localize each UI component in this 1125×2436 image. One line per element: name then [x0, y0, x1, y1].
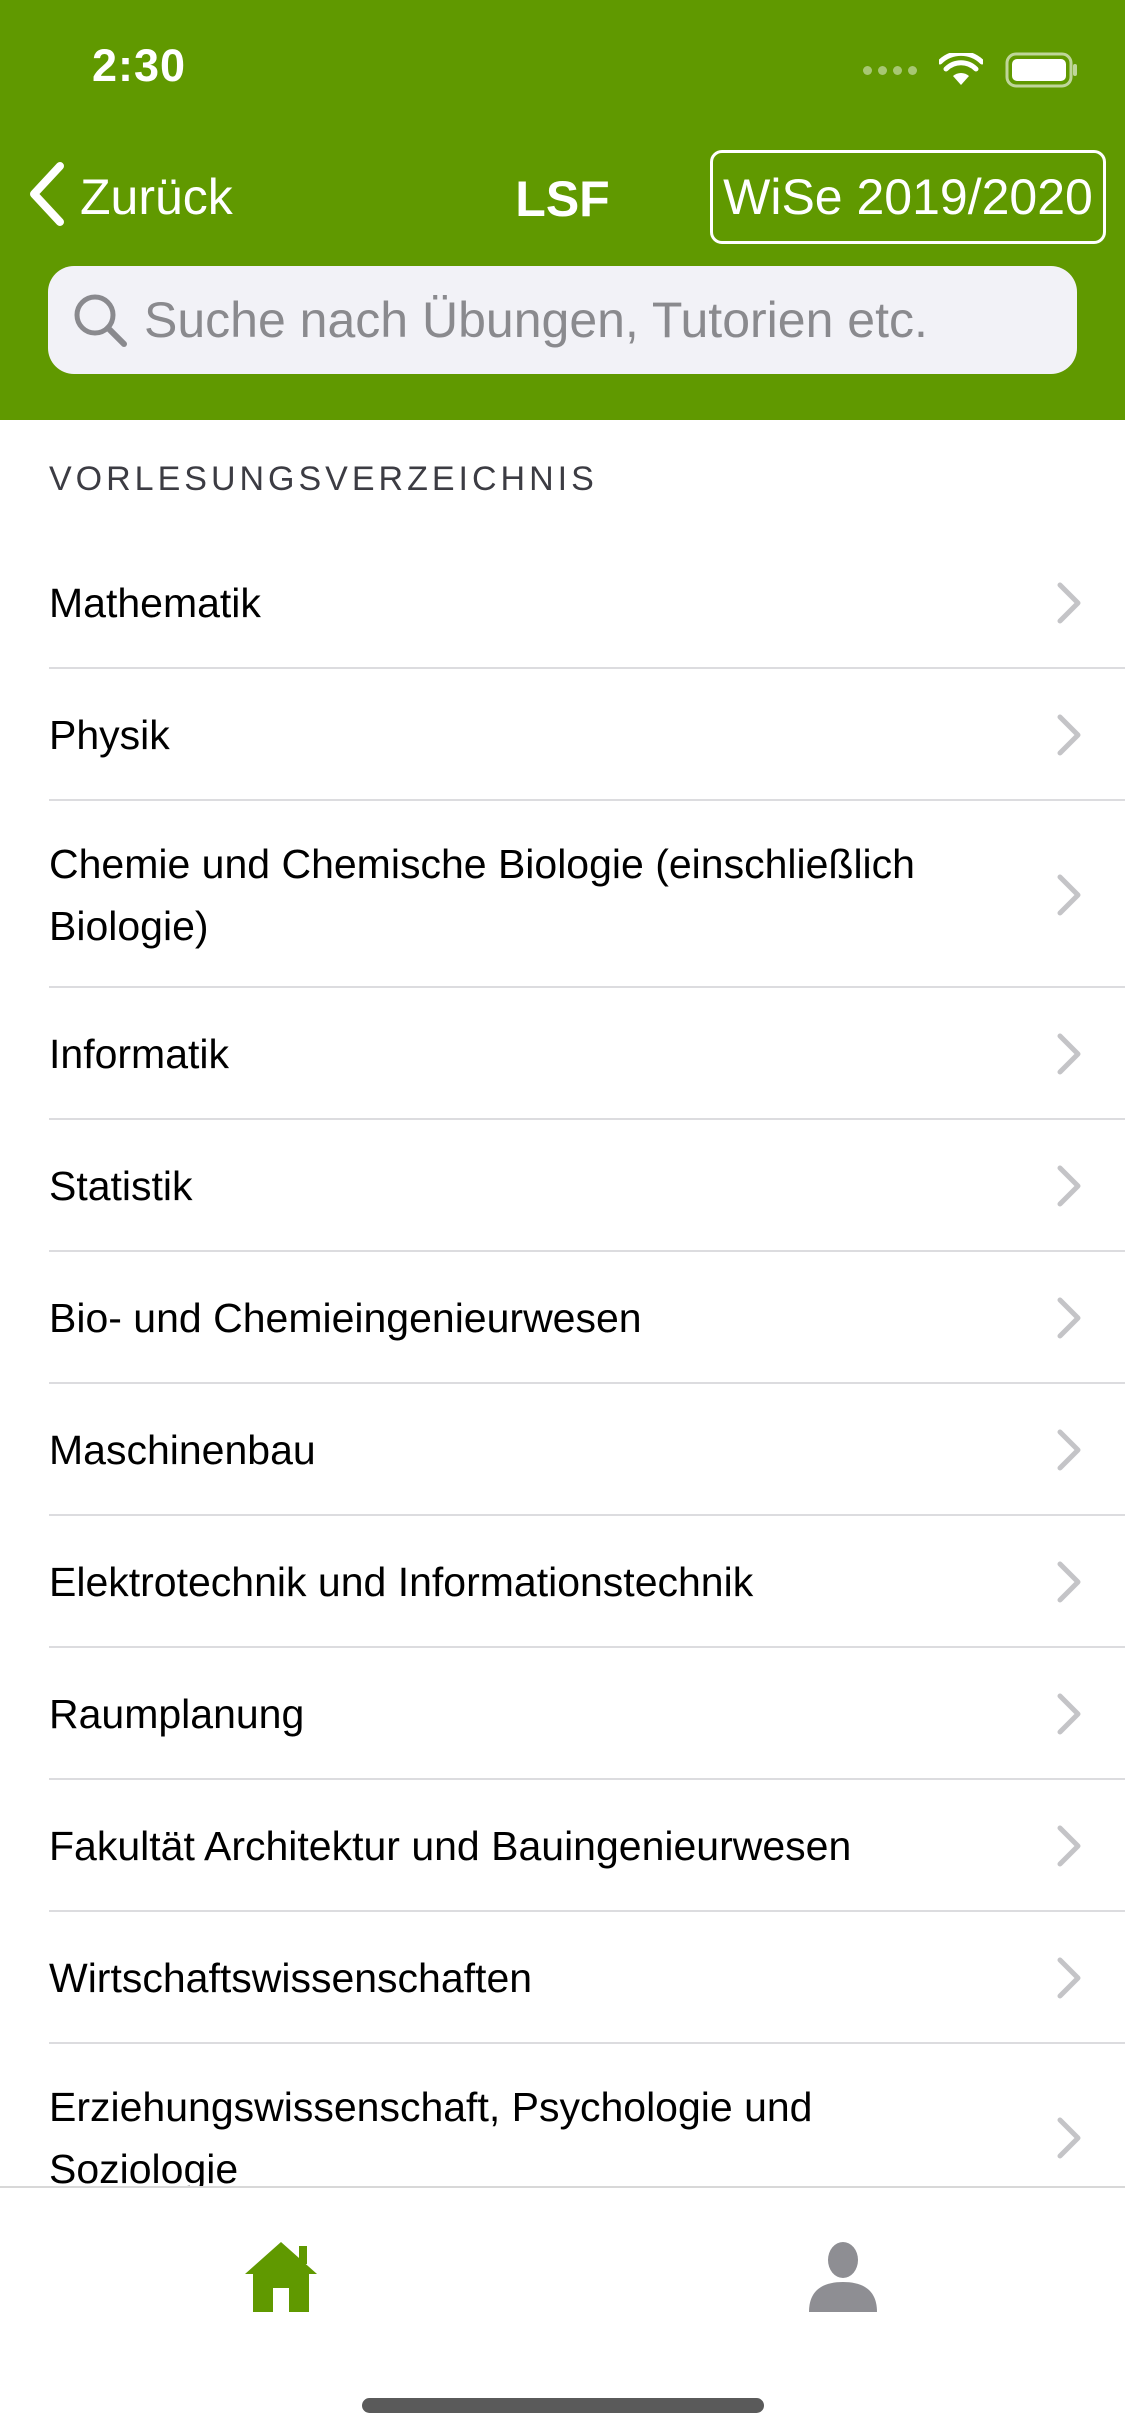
- search-icon: [70, 290, 130, 350]
- status-time: 2:30: [92, 40, 187, 91]
- section-header: VORLESUNGSVERZEICHNIS: [49, 460, 598, 498]
- list-item[interactable]: Elektrotechnik und Informationstechnik: [0, 1516, 1125, 1648]
- list-item[interactable]: Bio- und Chemieingenieurwesen: [0, 1252, 1125, 1384]
- list-item-label: Chemie und Chemische Biologie (einschlie…: [49, 840, 915, 949]
- list-item[interactable]: Fakultät Architektur und Bauingenieurwes…: [0, 1780, 1125, 1912]
- list-item[interactable]: Maschinenbau: [0, 1384, 1125, 1516]
- list-item-label: Mathematik: [49, 580, 261, 626]
- list-item-label: Statistik: [49, 1163, 193, 1209]
- list-item-label: Raumplanung: [49, 1691, 305, 1737]
- status-indicators: [863, 52, 1079, 88]
- tab-profile[interactable]: [795, 2228, 891, 2324]
- header: 2:30 Zurück LSF WiSe 2019/2020 Suche nac…: [0, 0, 1125, 420]
- list-item[interactable]: Mathematik: [0, 537, 1125, 669]
- chevron-right-icon: [1057, 1693, 1081, 1735]
- person-icon: [809, 2242, 877, 2312]
- chevron-right-icon: [1057, 582, 1081, 624]
- chevron-right-icon: [1057, 1561, 1081, 1603]
- list-item[interactable]: Informatik: [0, 988, 1125, 1120]
- list-item-label: Informatik: [49, 1031, 229, 1077]
- list-item[interactable]: Chemie und Chemische Biologie (einschlie…: [0, 801, 1125, 988]
- navigation-bar: Zurück LSF WiSe 2019/2020: [0, 150, 1125, 246]
- list-item-label: Erziehungswissenschaft, Psychologie und …: [49, 2083, 813, 2192]
- battery-icon: [1005, 52, 1079, 88]
- home-indicator: [362, 2398, 764, 2413]
- list-item-label: Fakultät Architektur und Bauingenieurwes…: [49, 1823, 852, 1869]
- list-item-label: Bio- und Chemieingenieurwesen: [49, 1295, 642, 1341]
- chevron-right-icon: [1057, 874, 1081, 915]
- course-list: Mathematik Physik Chemie und Chemische B…: [0, 537, 1125, 2231]
- chevron-right-icon: [1057, 1825, 1081, 1867]
- chevron-right-icon: [1057, 714, 1081, 756]
- chevron-right-icon: [1057, 1033, 1081, 1075]
- list-item[interactable]: Physik: [0, 669, 1125, 801]
- list-item[interactable]: Wirtschaftswissenschaften: [0, 1912, 1125, 2044]
- search-bar[interactable]: [48, 266, 1077, 374]
- home-icon: [245, 2242, 317, 2312]
- search-input[interactable]: [144, 291, 1044, 349]
- list-item-label: Maschinenbau: [49, 1427, 316, 1473]
- cellular-signal-icon: [863, 65, 917, 75]
- chevron-right-icon: [1057, 1165, 1081, 1207]
- wifi-icon: [939, 53, 983, 87]
- list-item-label: Wirtschaftswissenschaften: [49, 1955, 533, 2001]
- tab-home[interactable]: [233, 2228, 329, 2324]
- chevron-right-icon: [1057, 1297, 1081, 1339]
- semester-button[interactable]: WiSe 2019/2020: [710, 150, 1106, 244]
- chevron-right-icon: [1057, 2117, 1081, 2158]
- list-item[interactable]: Statistik: [0, 1120, 1125, 1252]
- list-item-label: Elektrotechnik und Informationstechnik: [49, 1559, 754, 1605]
- chevron-right-icon: [1057, 1957, 1081, 1999]
- chevron-right-icon: [1057, 1429, 1081, 1471]
- list-item-label: Physik: [49, 712, 170, 758]
- list-item[interactable]: Raumplanung: [0, 1648, 1125, 1780]
